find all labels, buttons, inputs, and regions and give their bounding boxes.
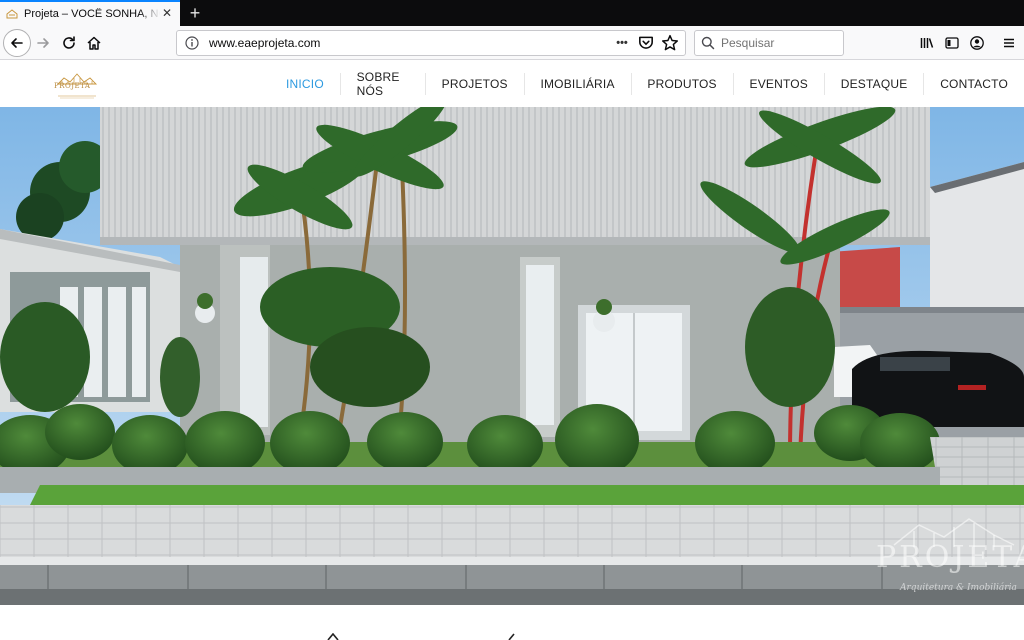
menu-item-sobre-nos[interactable]: SOBRE NÓS	[341, 60, 425, 107]
menu-item-produtos[interactable]: PRODUTOS	[631, 60, 732, 107]
heading-accent-fragment	[327, 633, 339, 640]
home-icon	[87, 36, 101, 50]
page-actions-icon[interactable]: •••	[613, 34, 631, 52]
close-tab-icon[interactable]: ✕	[160, 6, 174, 20]
hero-slideshow-image[interactable]	[0, 107, 1024, 605]
arrow-left-icon	[11, 38, 23, 48]
navigation-toolbar: www.eaeprojeta.com ••• Pesquisar	[0, 26, 1024, 60]
site-header: PROJETA INICIO SOBRE NÓS PROJETOS IMOBIL…	[0, 60, 1024, 107]
tab-title: Projeta – VOCÊ SONHA, NÓS PROJETAMOS	[24, 8, 160, 20]
back-button[interactable]	[3, 29, 31, 57]
main-menu: INICIO SOBRE NÓS PROJETOS IMOBILIÁRIA PR…	[270, 60, 1024, 107]
heading-accent-fragment	[508, 633, 515, 640]
forward-button[interactable]	[30, 30, 56, 56]
menu-item-imobiliaria[interactable]: IMOBILIÁRIA	[524, 60, 630, 107]
logo-text: PROJETA	[54, 82, 91, 90]
search-bar[interactable]: Pesquisar	[694, 30, 844, 56]
menu-button[interactable]	[1000, 34, 1018, 52]
library-icon	[920, 38, 934, 48]
tab-strip: Projeta – VOCÊ SONHA, NÓS PROJETAMOS ✕ +	[0, 0, 1024, 26]
account-button[interactable]	[968, 34, 986, 52]
reload-button[interactable]	[56, 30, 82, 56]
home-button[interactable]	[81, 30, 107, 56]
arrow-right-icon	[37, 38, 49, 48]
pocket-icon[interactable]	[637, 34, 655, 52]
url-text[interactable]: www.eaeprojeta.com	[209, 36, 613, 50]
new-tab-button[interactable]: +	[184, 2, 206, 24]
menu-item-projetos[interactable]: PROJETOS	[426, 60, 524, 107]
watermark-subtitle: Arquitetura & Imobiliária	[900, 583, 1017, 593]
search-input[interactable]: Pesquisar	[721, 36, 774, 50]
sidebar-icon	[945, 37, 959, 49]
hamburger-menu-icon	[1004, 38, 1014, 48]
menu-item-destaque[interactable]: DESTAQUE	[825, 60, 924, 107]
bookmark-star-icon[interactable]	[661, 34, 679, 52]
library-button[interactable]	[918, 34, 936, 52]
menu-item-eventos[interactable]: EVENTOS	[733, 60, 824, 107]
menu-item-contacto[interactable]: CONTACTO	[924, 60, 1024, 107]
url-bar[interactable]: www.eaeprojeta.com •••	[176, 30, 686, 56]
account-icon	[970, 36, 984, 50]
sidebar-button[interactable]	[943, 34, 961, 52]
tab-projeta[interactable]: Projeta – VOCÊ SONHA, NÓS PROJETAMOS ✕	[0, 0, 180, 26]
reload-icon	[63, 36, 75, 49]
menu-item-inicio[interactable]: INICIO	[270, 60, 340, 107]
browser-window: Projeta – VOCÊ SONHA, NÓS PROJETAMOS ✕ +	[0, 0, 1024, 640]
watermark-name: PROJETA	[876, 540, 1024, 575]
content-below-hero	[0, 605, 1024, 640]
search-icon	[701, 36, 715, 50]
projeta-favicon-icon	[6, 9, 18, 19]
info-icon[interactable]	[185, 36, 199, 50]
